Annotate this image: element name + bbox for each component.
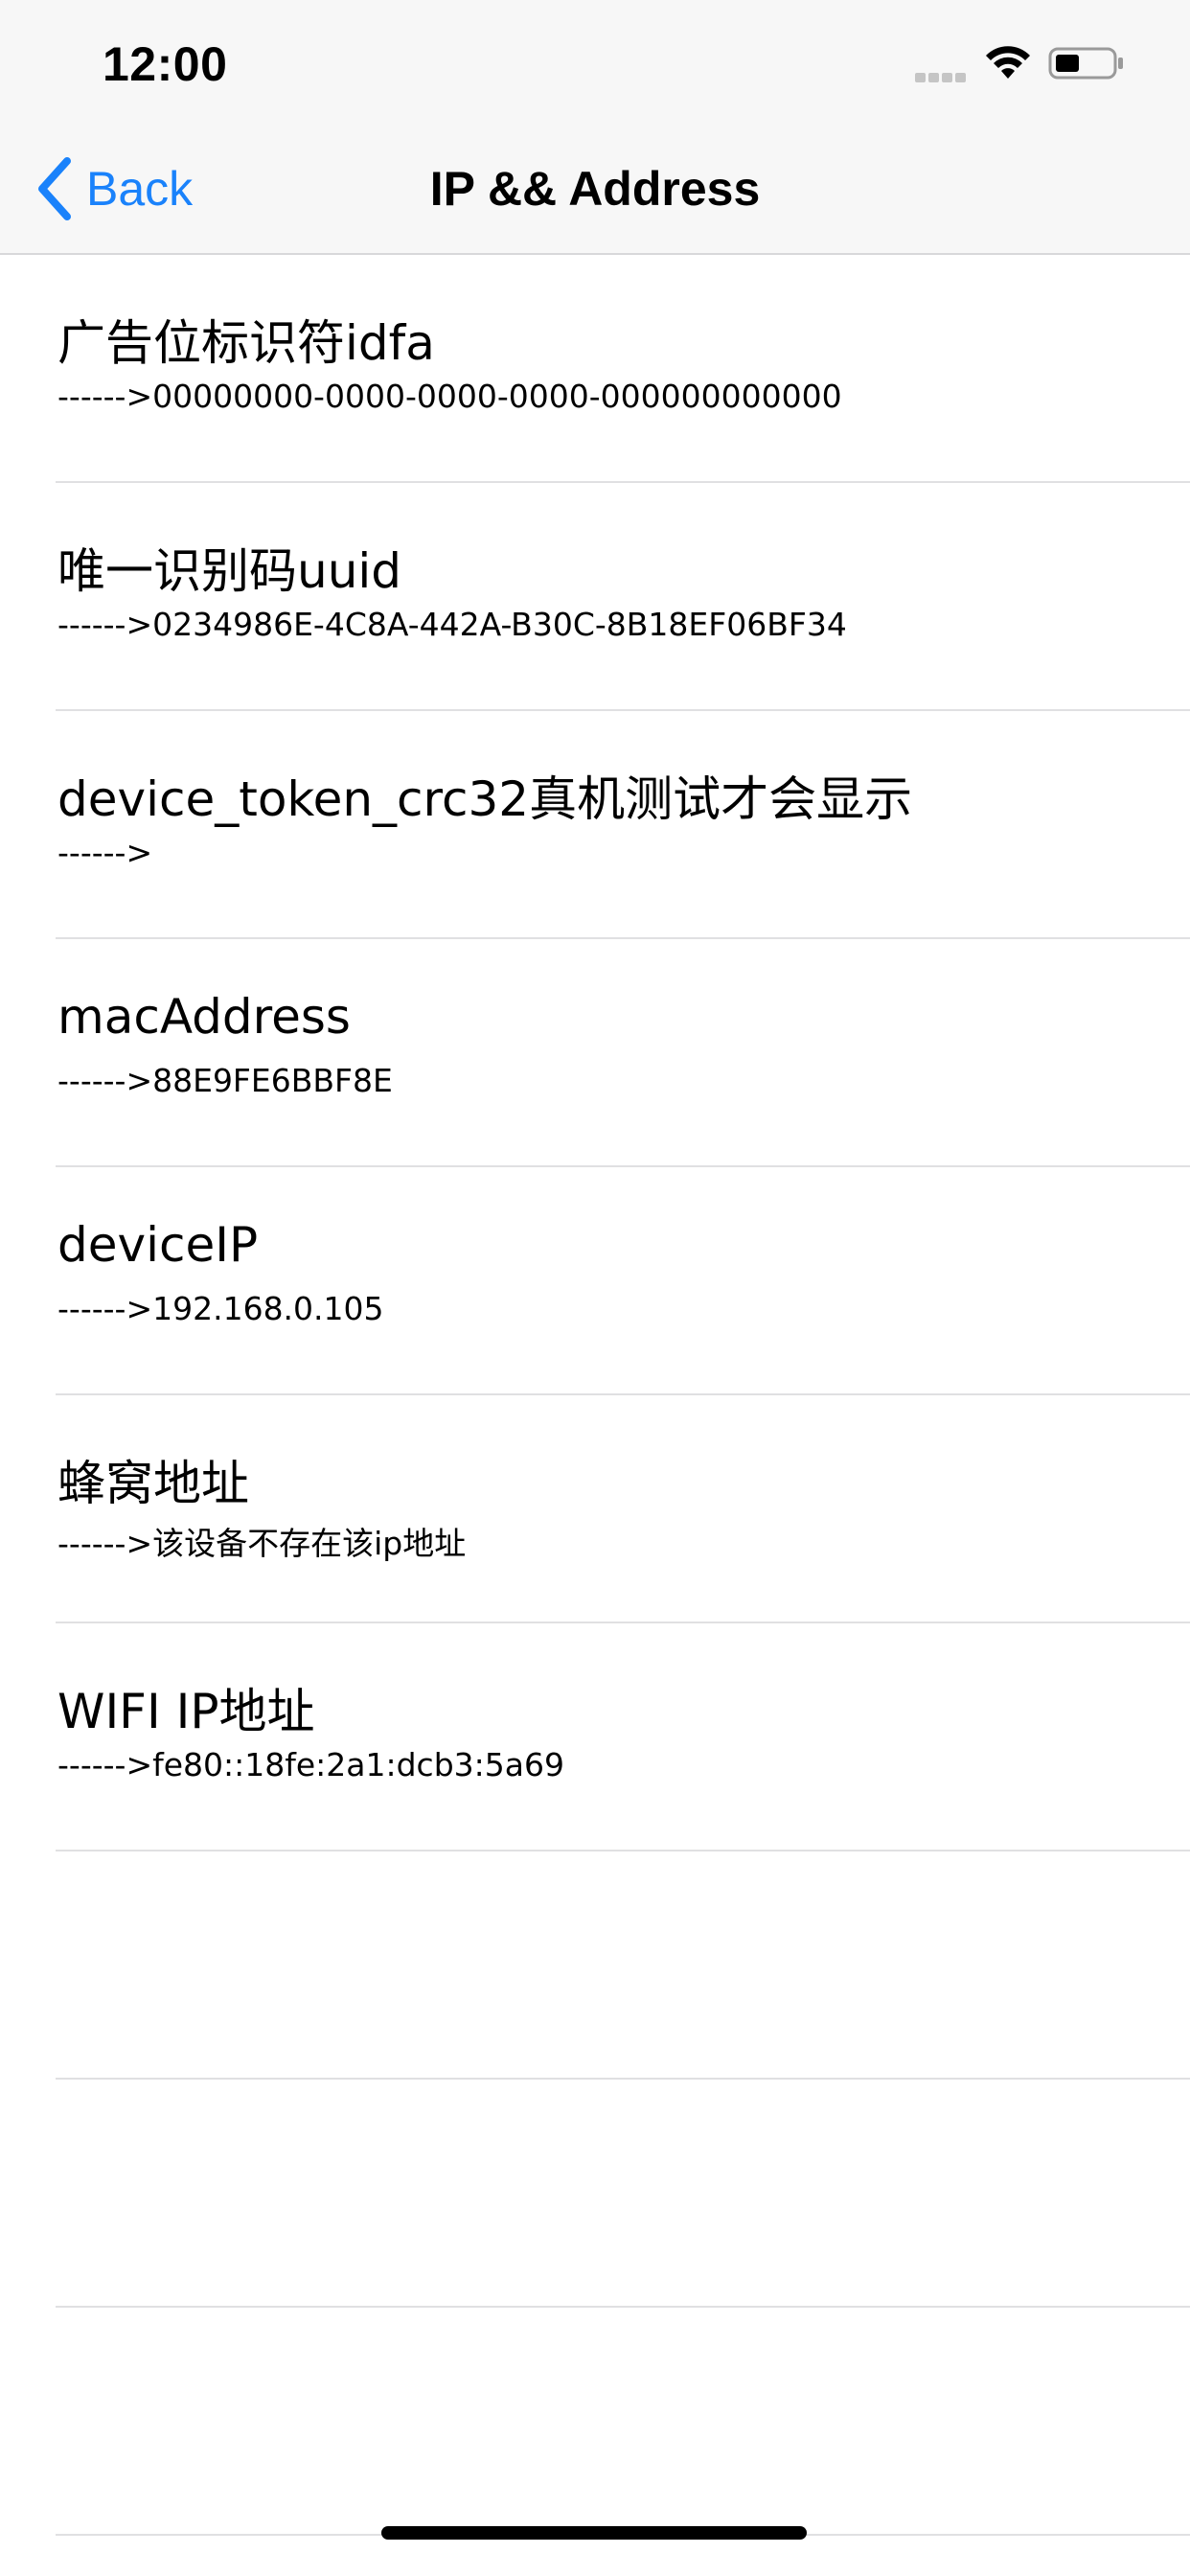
list-item-value: ------> <box>57 834 153 871</box>
page-title: IP && Address <box>429 162 761 216</box>
status-bar: 12:00 <box>0 0 1190 126</box>
screen: 12:00 Back IP && Address 广告位标识符idfa ----… <box>0 0 1190 2576</box>
home-indicator[interactable] <box>381 2526 807 2540</box>
list-item-uuid[interactable]: 唯一识别码uuid ------>0234986E-4C8A-442A-B30C… <box>56 483 1190 711</box>
list-item-title: device_token_crc32真机测试才会显示 <box>57 771 913 827</box>
list-item-title: deviceIP <box>57 1217 259 1273</box>
list-item-value: ------>该设备不存在该ip地址 <box>57 1525 467 1562</box>
list-item-device-token[interactable]: device_token_crc32真机测试才会显示 ------> <box>56 711 1190 939</box>
status-time: 12:00 <box>103 37 228 91</box>
list-item-value: ------>fe80::18fe:2a1:dcb3:5a69 <box>57 1746 564 1783</box>
list-item-value: ------>0234986E-4C8A-442A-B30C-8B18EF06B… <box>57 606 847 643</box>
list-item-empty[interactable] <box>56 2080 1190 2308</box>
wifi-icon <box>986 46 1030 79</box>
list-item-device-ip[interactable]: deviceIP ------>192.168.0.105 <box>56 1167 1190 1395</box>
list-item-title: 蜂窝地址 <box>57 1456 249 1511</box>
list-item-cellular-address[interactable]: 蜂窝地址 ------>该设备不存在该ip地址 <box>56 1395 1190 1623</box>
list-item-empty[interactable] <box>56 2308 1190 2536</box>
list-item-mac-address[interactable]: macAddress ------>88E9FE6BBF8E <box>56 939 1190 1167</box>
signal-icon <box>915 70 969 82</box>
list-item-value: ------>192.168.0.105 <box>57 1290 384 1327</box>
navigation-bar: Back IP && Address <box>0 126 1190 255</box>
list-item-value: ------>88E9FE6BBF8E <box>57 1062 393 1099</box>
list-item-title: WIFI IP地址 <box>57 1684 315 1739</box>
list-item-value: ------>00000000-0000-0000-0000-000000000… <box>57 378 842 415</box>
list-item-idfa[interactable]: 广告位标识符idfa ------>00000000-0000-0000-000… <box>56 255 1190 483</box>
list-item-title: 广告位标识符idfa <box>57 315 435 371</box>
battery-icon <box>1048 47 1123 80</box>
list-item-title: 唯一识别码uuid <box>57 543 402 599</box>
list-item-empty[interactable] <box>56 1852 1190 2080</box>
list-item-title: macAddress <box>57 989 351 1045</box>
info-list: 广告位标识符idfa ------>00000000-0000-0000-000… <box>0 255 1190 2536</box>
list-item-wifi-ip[interactable]: WIFI IP地址 ------>fe80::18fe:2a1:dcb3:5a6… <box>56 1623 1190 1852</box>
